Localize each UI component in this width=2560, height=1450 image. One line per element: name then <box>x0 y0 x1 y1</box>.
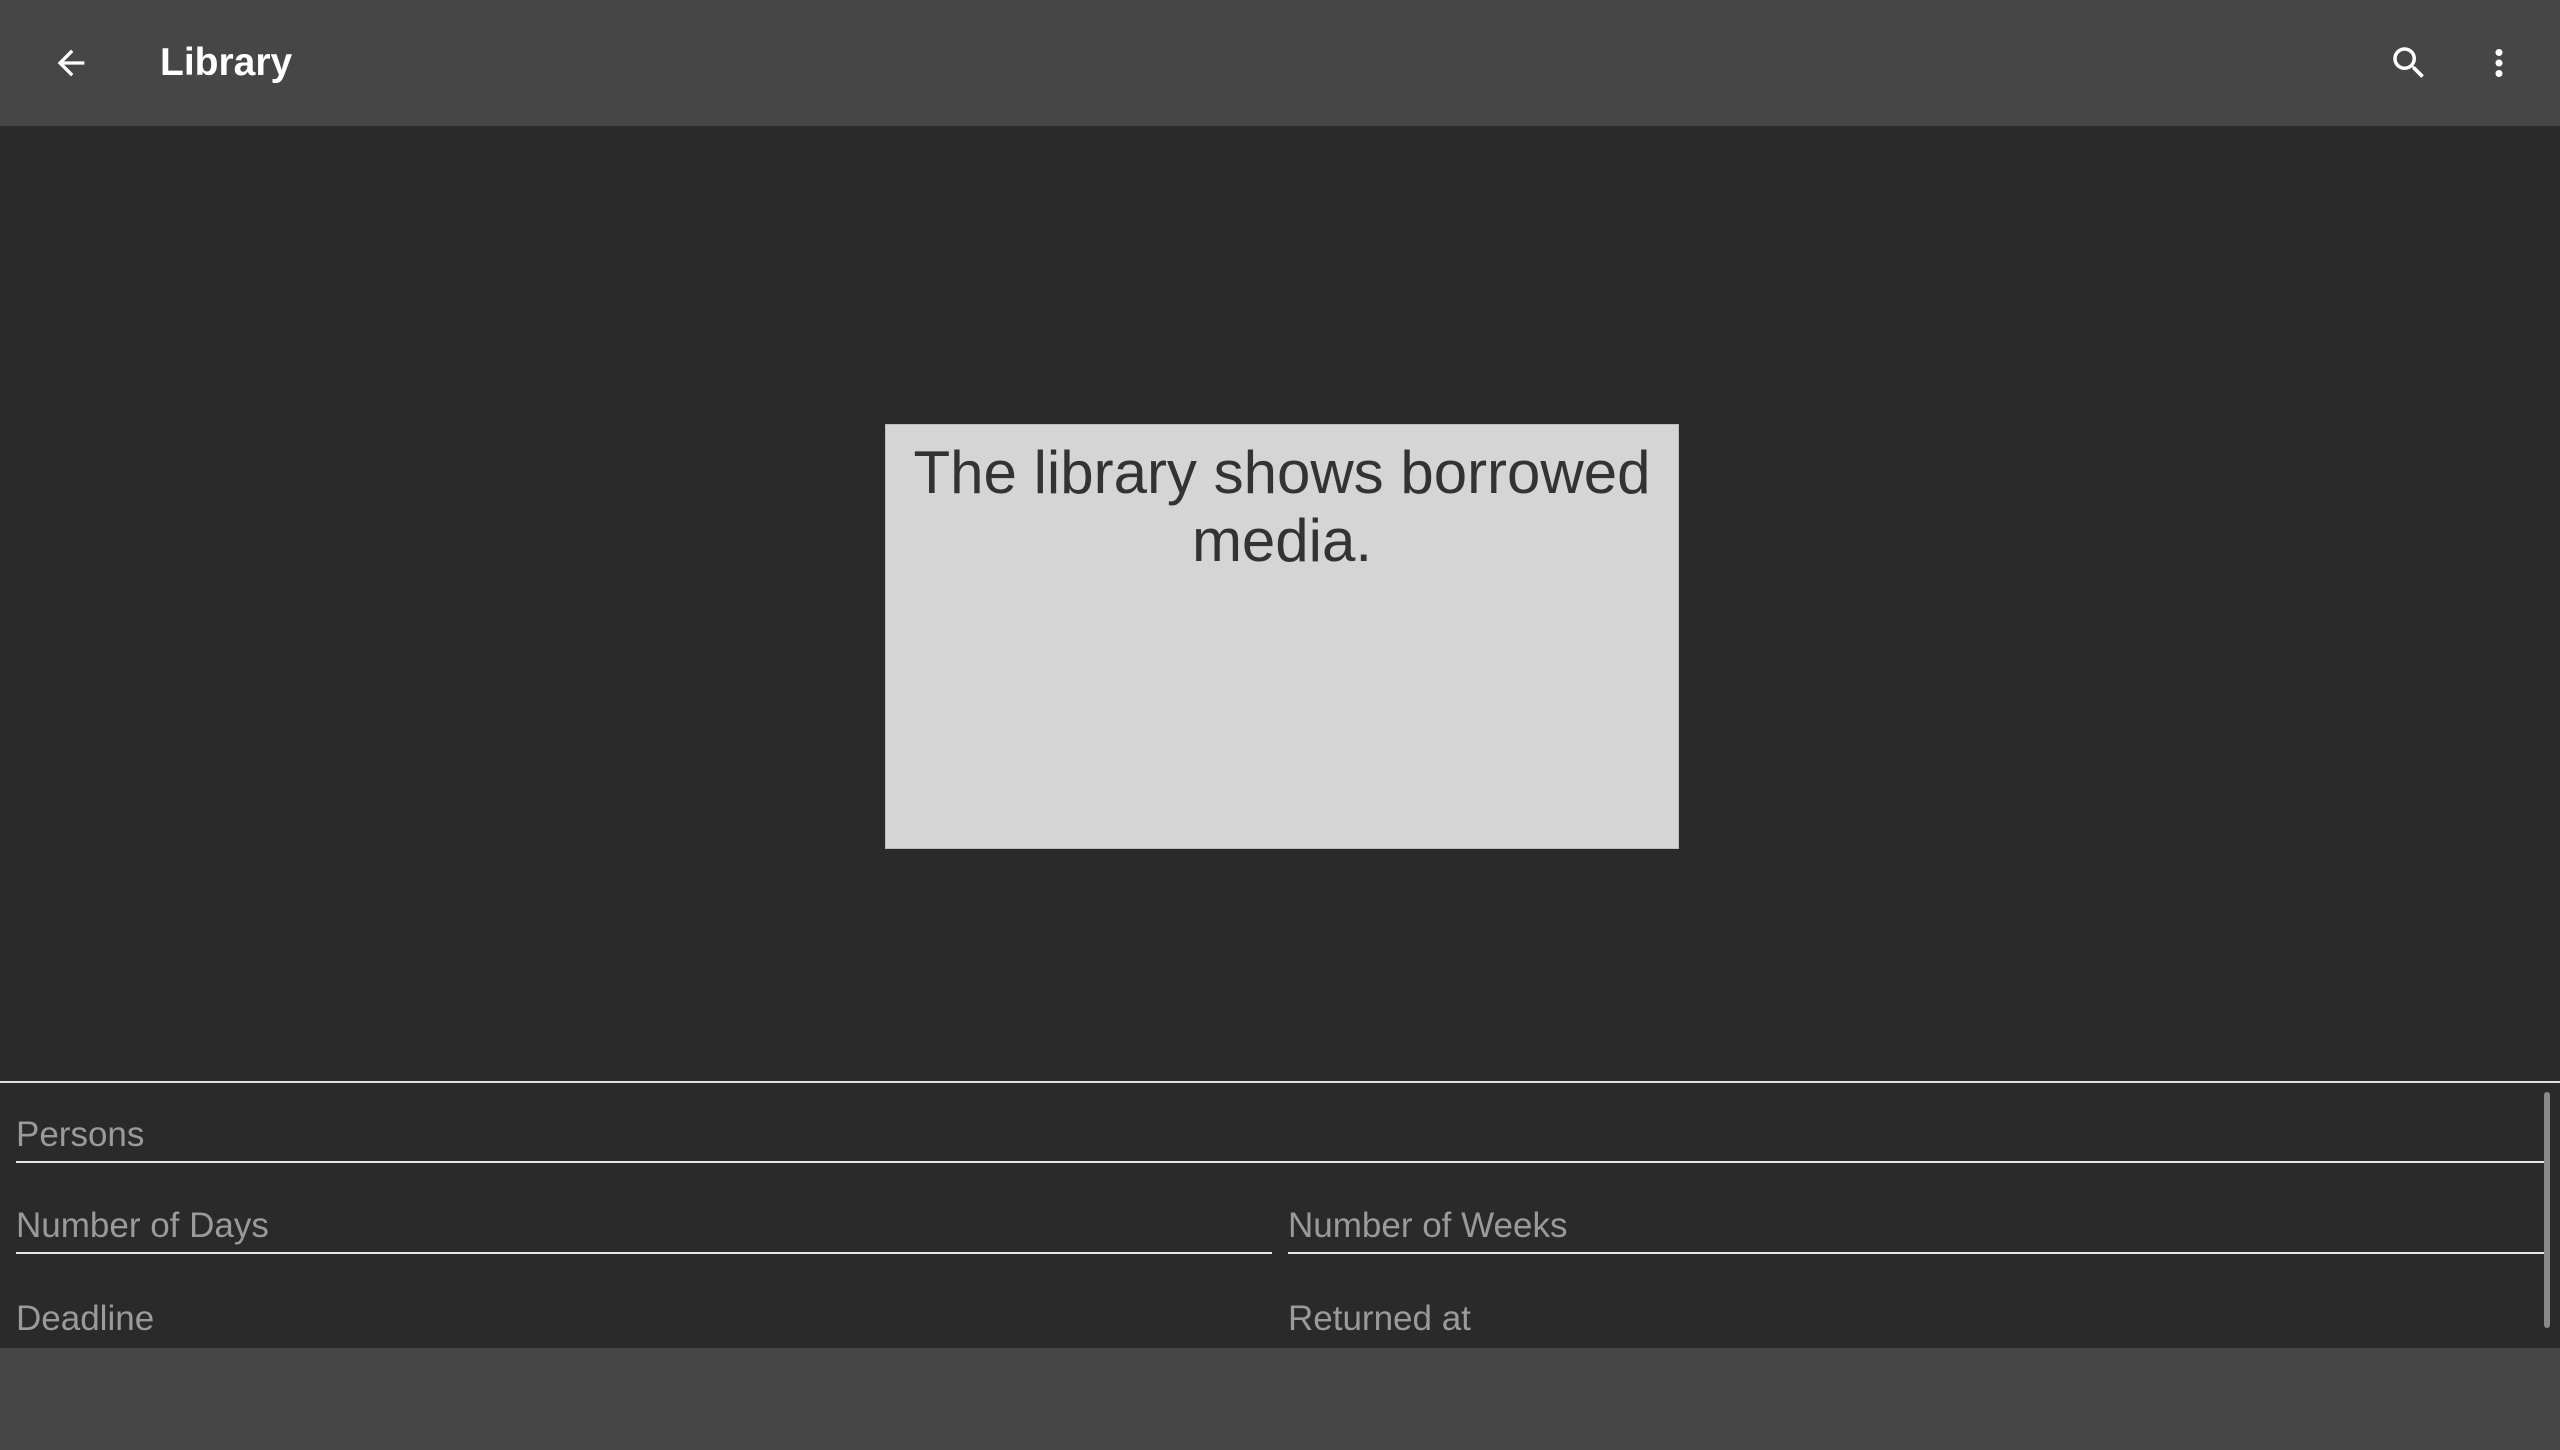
info-message: The library shows borrowed media. <box>913 439 1651 574</box>
app-toolbar: Library <box>0 0 2560 126</box>
main-content: The library shows borrowed media. <box>0 126 2560 1081</box>
info-message-box: The library shows borrowed media. <box>885 424 1679 849</box>
more-vert-icon <box>2495 49 2503 77</box>
back-button[interactable] <box>38 30 104 96</box>
number-of-days-field[interactable]: Number of Days <box>16 1194 1272 1254</box>
deadline-label: Deadline <box>16 1299 155 1338</box>
search-button[interactable] <box>2376 30 2442 96</box>
arrow-left-icon <box>57 49 85 77</box>
number-of-weeks-label: Number of Weeks <box>1288 1206 1568 1245</box>
deadline-field[interactable]: Deadline <box>16 1285 1272 1345</box>
number-of-days-label: Number of Days <box>16 1206 269 1245</box>
overflow-menu-button[interactable] <box>2466 30 2532 96</box>
persons-field[interactable]: Persons <box>16 1103 2544 1163</box>
persons-label: Persons <box>16 1115 145 1154</box>
returned-at-label: Returned at <box>1288 1299 1471 1338</box>
search-icon <box>2393 47 2424 78</box>
page-title: Library <box>160 41 293 84</box>
form-scrollbar[interactable] <box>2544 1092 2550 1328</box>
number-of-weeks-field[interactable]: Number of Weeks <box>1288 1194 2544 1254</box>
borrow-form: Persons Number of Days Number of Weeks D… <box>0 1083 2560 1348</box>
library-screen: Library The library shows borrowed media… <box>0 0 2560 1450</box>
bottom-bar <box>0 1348 2560 1450</box>
returned-at-field[interactable]: Returned at <box>1288 1285 2544 1345</box>
